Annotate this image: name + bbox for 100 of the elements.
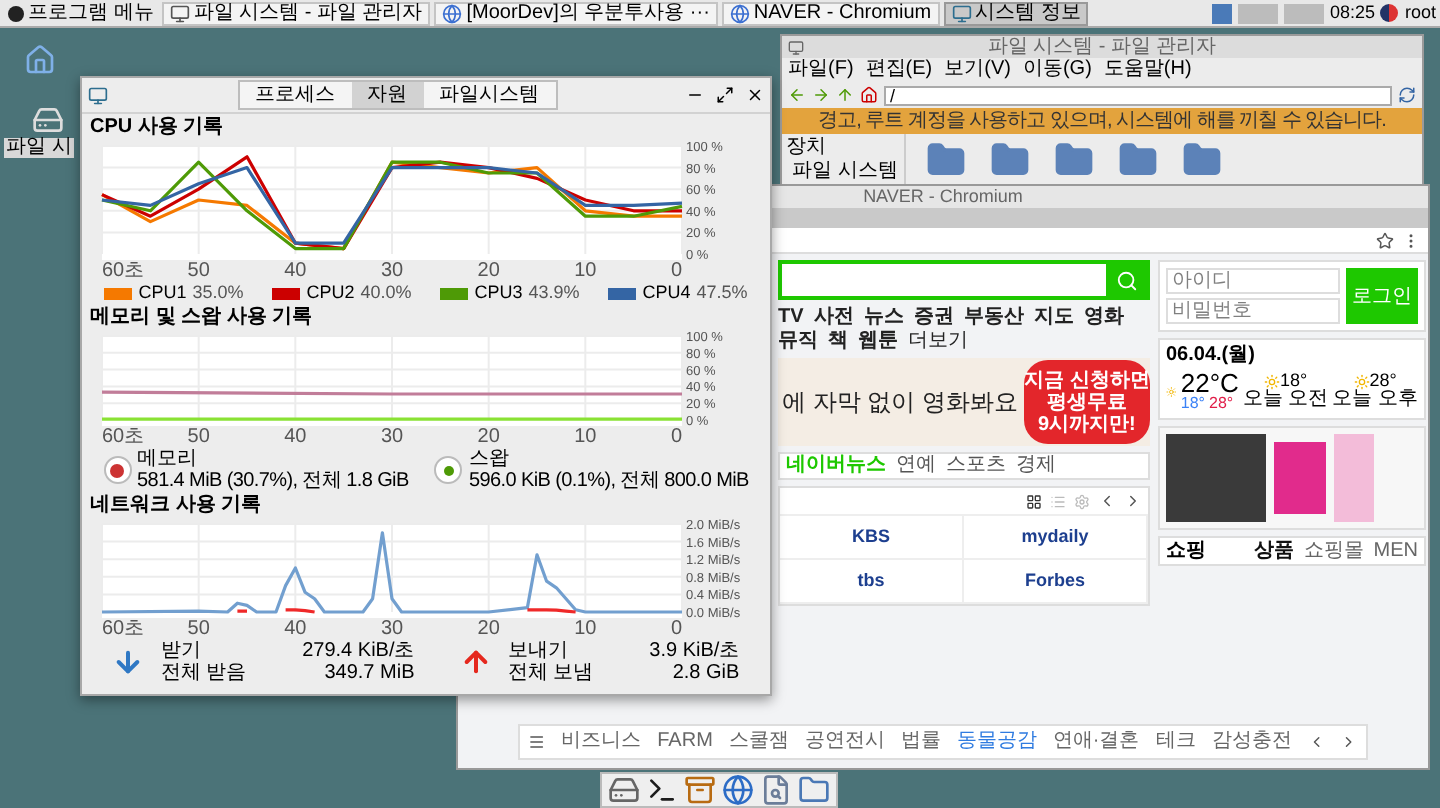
category-tab[interactable]: 테크 (1155, 732, 1196, 752)
next-icon[interactable] (1124, 492, 1142, 510)
menu-item[interactable]: 파일(F) (788, 60, 854, 80)
sidebar-item[interactable]: 파일 시스템 (786, 162, 900, 182)
axis-tick-label: 50 (187, 260, 210, 280)
password-input[interactable]: 비밀번호 (1166, 298, 1340, 324)
nav-link[interactable]: 뮤직 (778, 330, 818, 352)
nav-link[interactable]: 부동산 (963, 306, 1024, 328)
folder-icon[interactable] (990, 140, 1030, 180)
globe-icon[interactable] (722, 774, 754, 806)
taskbar-button[interactable]: 파일 시스템 - 파일 관리자 (161, 1, 431, 25)
axis-tick-label: 30 (380, 618, 404, 638)
previous-icon[interactable] (1098, 492, 1116, 510)
drive-icon[interactable] (608, 774, 640, 806)
category-tab[interactable]: 비즈니스 (561, 732, 642, 752)
legend-label: CPU1 (138, 284, 187, 302)
category-tab[interactable]: 감성충전 (1211, 732, 1292, 752)
axis-tick-label: 30 (380, 426, 404, 446)
nav-link[interactable]: 웹툰 (858, 330, 898, 352)
legend-value: 349.7 MiB (324, 662, 415, 684)
shopping-tab[interactable]: MEN (1373, 541, 1418, 561)
nav-link[interactable]: 사전 (813, 306, 854, 328)
nav-link[interactable]: TV (778, 306, 804, 328)
taskbar-button[interactable]: NAVER - Chromium (721, 1, 940, 25)
workspace-icon[interactable] (1211, 3, 1232, 23)
category-tab[interactable]: 법률 (900, 732, 941, 752)
nav-link[interactable]: 지도 (1033, 306, 1074, 328)
news-tab[interactable]: 경제 (1016, 456, 1056, 476)
category-tab[interactable]: FARM (657, 732, 713, 752)
home-folder-icon[interactable] (24, 44, 56, 76)
tab[interactable]: 파일시스템 (423, 82, 555, 108)
menu-icon[interactable] (528, 732, 546, 752)
keyboard-layout-icon[interactable] (1380, 4, 1399, 22)
category-tab[interactable]: 연애·결혼 (1052, 732, 1140, 752)
reload-icon[interactable] (1398, 86, 1416, 104)
press-logo[interactable]: KBS (780, 516, 964, 560)
folder-icon[interactable] (1182, 140, 1222, 180)
archive-icon[interactable] (684, 774, 716, 806)
nav-link[interactable]: 뉴스 (863, 306, 904, 328)
axis-tick-label: 30 (380, 260, 404, 280)
press-logo[interactable]: tbs (780, 560, 964, 604)
folder-icon[interactable] (926, 140, 966, 180)
menu-item[interactable]: 보기(V) (944, 60, 1011, 80)
shopping-tab[interactable]: 상품 (1253, 541, 1294, 561)
legend-value: 279.4 KiB/초 (302, 640, 415, 662)
folder-icon[interactable] (1054, 140, 1094, 180)
legend-value: 47.5% (696, 284, 748, 302)
home-icon[interactable] (860, 86, 878, 104)
promo-text: 평생무료 (1046, 391, 1127, 413)
folder-icon[interactable] (1118, 140, 1158, 180)
more-link[interactable]: 더보기 (908, 330, 968, 352)
promo-text: 9시까지만! (1037, 413, 1136, 435)
bookmark-star-icon[interactable] (1376, 231, 1394, 249)
tab[interactable]: 프로세스 (239, 82, 351, 108)
category-tab[interactable]: 공연전시 (804, 732, 885, 752)
terminal-icon[interactable] (646, 774, 678, 806)
menu-item[interactable]: 도움말(H) (1103, 60, 1192, 80)
drive-icon[interactable] (32, 104, 65, 136)
nav-link[interactable]: 증권 (913, 306, 954, 328)
up-icon[interactable] (836, 86, 854, 104)
monitor-icon (951, 3, 972, 23)
press-logo[interactable]: Forbes (964, 560, 1148, 604)
axis-tick-label: 10 (574, 618, 597, 638)
axis-tick-label: 40 (284, 260, 307, 280)
root-warning-text: 경고, 루트 계정을 사용하고 있으며, 시스템에 해를 끼칠 수 있습니다. (818, 111, 1386, 131)
app-menu-icon (8, 5, 24, 21)
globe-icon (442, 3, 463, 23)
category-tab[interactable]: 스쿨잼 (728, 732, 789, 752)
close-icon[interactable] (746, 86, 764, 104)
grid-view-icon[interactable] (1026, 493, 1042, 509)
folder-icon[interactable] (798, 774, 830, 806)
id-input[interactable]: 아이디 (1166, 268, 1340, 294)
program-menu-button[interactable]: 프로그램 메뉴 (4, 1, 158, 25)
document-search-icon[interactable] (760, 774, 792, 806)
tab[interactable]: 자원 (351, 82, 423, 108)
nav-link[interactable]: 영화 (1083, 306, 1124, 328)
forecast-label: 오늘 오후 (1332, 390, 1418, 410)
shopping-tab[interactable]: 쇼핑몰 (1303, 541, 1364, 561)
clock-text: 08:25 (1329, 4, 1375, 22)
sun-icon (1264, 373, 1281, 389)
legend-value: 581.4 MiB (30.7%), 전체 1.8 GiB (137, 470, 409, 492)
search-field[interactable] (778, 260, 1150, 300)
photo-placeholder (1166, 434, 1266, 522)
legend-label: CPU4 (642, 284, 691, 302)
menu-item[interactable]: 이동(G) (1022, 60, 1092, 80)
taskbar-button[interactable]: [MoorDev]의 우분투사용 ··· (434, 1, 718, 25)
news-tab[interactable]: 연예 (896, 456, 936, 476)
news-tab[interactable]: 스포츠 (946, 456, 1006, 476)
taskbar-button[interactable]: 시스템 정보 (943, 1, 1089, 25)
nav-link[interactable]: 책 (828, 330, 848, 352)
maximize-icon[interactable] (716, 86, 734, 104)
promo-text: 지금 신청하면 (1024, 369, 1150, 391)
press-logo[interactable]: mydaily (964, 516, 1148, 560)
path-field[interactable]: / (884, 85, 1392, 105)
back-icon[interactable] (788, 86, 806, 104)
forward-icon[interactable] (812, 86, 830, 104)
category-tab[interactable]: 동물공감 (956, 732, 1037, 752)
search-button[interactable] (1106, 262, 1146, 298)
axis-tick-label: 40 (284, 426, 307, 446)
menu-item[interactable]: 편집(E) (865, 60, 933, 80)
